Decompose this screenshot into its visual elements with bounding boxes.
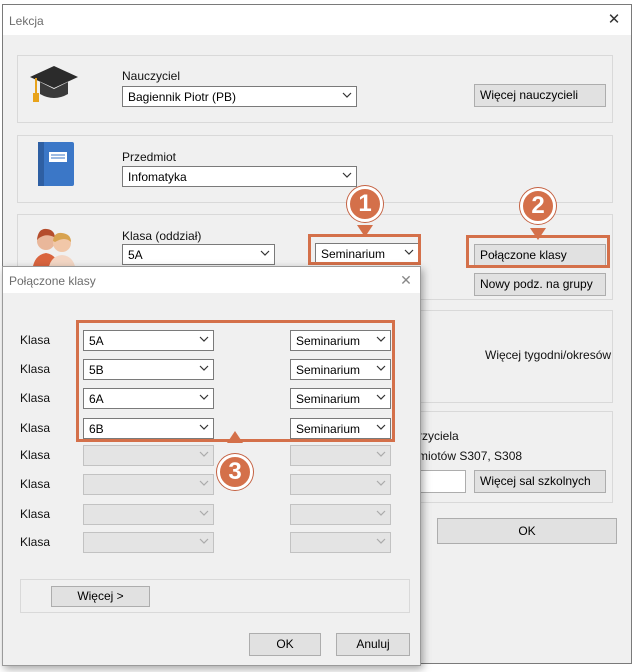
subject-select[interactable]: Infomatyka <box>122 166 357 187</box>
highlight-linked-rows <box>76 320 395 442</box>
teacher-panel: Nauczyciel Bagiennik Piotr (PB) Więcej n… <box>17 55 613 123</box>
chevron-down-icon <box>376 510 386 516</box>
chevron-down-icon <box>342 172 352 178</box>
class-row-label: Klasa <box>20 507 51 521</box>
dialog-title: Połączone klasy <box>9 274 96 288</box>
chevron-down-icon <box>199 480 209 486</box>
badge-2: 2 <box>520 188 556 224</box>
chevron-down-icon <box>342 92 352 98</box>
highlight-class-type <box>308 234 421 265</box>
chevron-down-icon <box>376 538 386 544</box>
badge-3-pointer <box>227 431 243 443</box>
subject-panel: Przedmiot Infomatyka <box>17 135 613 203</box>
book-icon <box>38 142 74 186</box>
linked-type-select[interactable] <box>290 504 391 525</box>
main-ok-button[interactable]: OK <box>437 518 617 544</box>
class-row-label: Klasa <box>20 477 51 491</box>
chevron-down-icon <box>199 451 209 457</box>
chevron-down-icon <box>199 510 209 516</box>
class-select[interactable]: 5A <box>122 244 275 265</box>
dialog-titlebar: Połączone klasy ✕ <box>3 267 420 293</box>
room-list: miotów S307, S308 <box>418 449 523 463</box>
more-rooms-button[interactable]: Więcej sal szkolnych <box>474 470 606 493</box>
close-icon[interactable]: ✕ <box>396 271 416 289</box>
graduation-cap-icon <box>30 66 78 102</box>
linked-type-select[interactable] <box>290 532 391 553</box>
dialog-ok-button[interactable]: OK <box>249 633 321 656</box>
subject-label: Przedmiot <box>122 150 177 164</box>
main-title: Lekcja <box>9 14 44 28</box>
more-panel: Więcej > <box>20 579 410 613</box>
dialog-cancel-button[interactable]: Anuluj <box>336 633 410 656</box>
more-teachers-button[interactable]: Więcej nauczycieli <box>474 84 606 107</box>
linked-class-select[interactable] <box>83 445 214 466</box>
chevron-down-icon <box>376 480 386 486</box>
chevron-down-icon <box>260 250 270 256</box>
badge-1: 1 <box>347 186 383 222</box>
linked-class-select[interactable] <box>83 474 214 495</box>
main-titlebar: Lekcja ✕ <box>3 5 631 35</box>
class-row-label: Klasa <box>20 535 51 549</box>
more-weeks-link[interactable]: Więcej tygodni/okresów <box>485 348 611 362</box>
linked-class-select[interactable] <box>83 532 214 553</box>
class-row-label: Klasa <box>20 448 51 462</box>
close-icon[interactable]: ✕ <box>604 11 624 29</box>
teacher-label: Nauczyciel <box>122 69 181 83</box>
class-row-label: Klasa <box>20 391 51 405</box>
chevron-down-icon <box>199 538 209 544</box>
class-value: 5A <box>128 248 143 262</box>
class-row-label: Klasa <box>20 362 51 376</box>
room-label: rzyciela <box>418 429 459 443</box>
badge-2-pointer <box>530 228 546 240</box>
class-row-label: Klasa <box>20 421 51 435</box>
teacher-value: Bagiennik Piotr (PB) <box>128 90 237 104</box>
new-group-split-button[interactable]: Nowy podz. na grupy <box>474 273 606 296</box>
linked-class-select[interactable] <box>83 504 214 525</box>
class-label: Klasa (oddział) <box>122 229 202 243</box>
badge-1-pointer <box>357 225 373 237</box>
chevron-down-icon <box>376 451 386 457</box>
badge-3: 3 <box>217 454 253 490</box>
linked-type-select[interactable] <box>290 445 391 466</box>
linked-type-select[interactable] <box>290 474 391 495</box>
subject-value: Infomatyka <box>128 170 187 184</box>
teacher-select[interactable]: Bagiennik Piotr (PB) <box>122 86 357 107</box>
class-row-label: Klasa <box>20 333 51 347</box>
more-button[interactable]: Więcej > <box>51 586 150 607</box>
